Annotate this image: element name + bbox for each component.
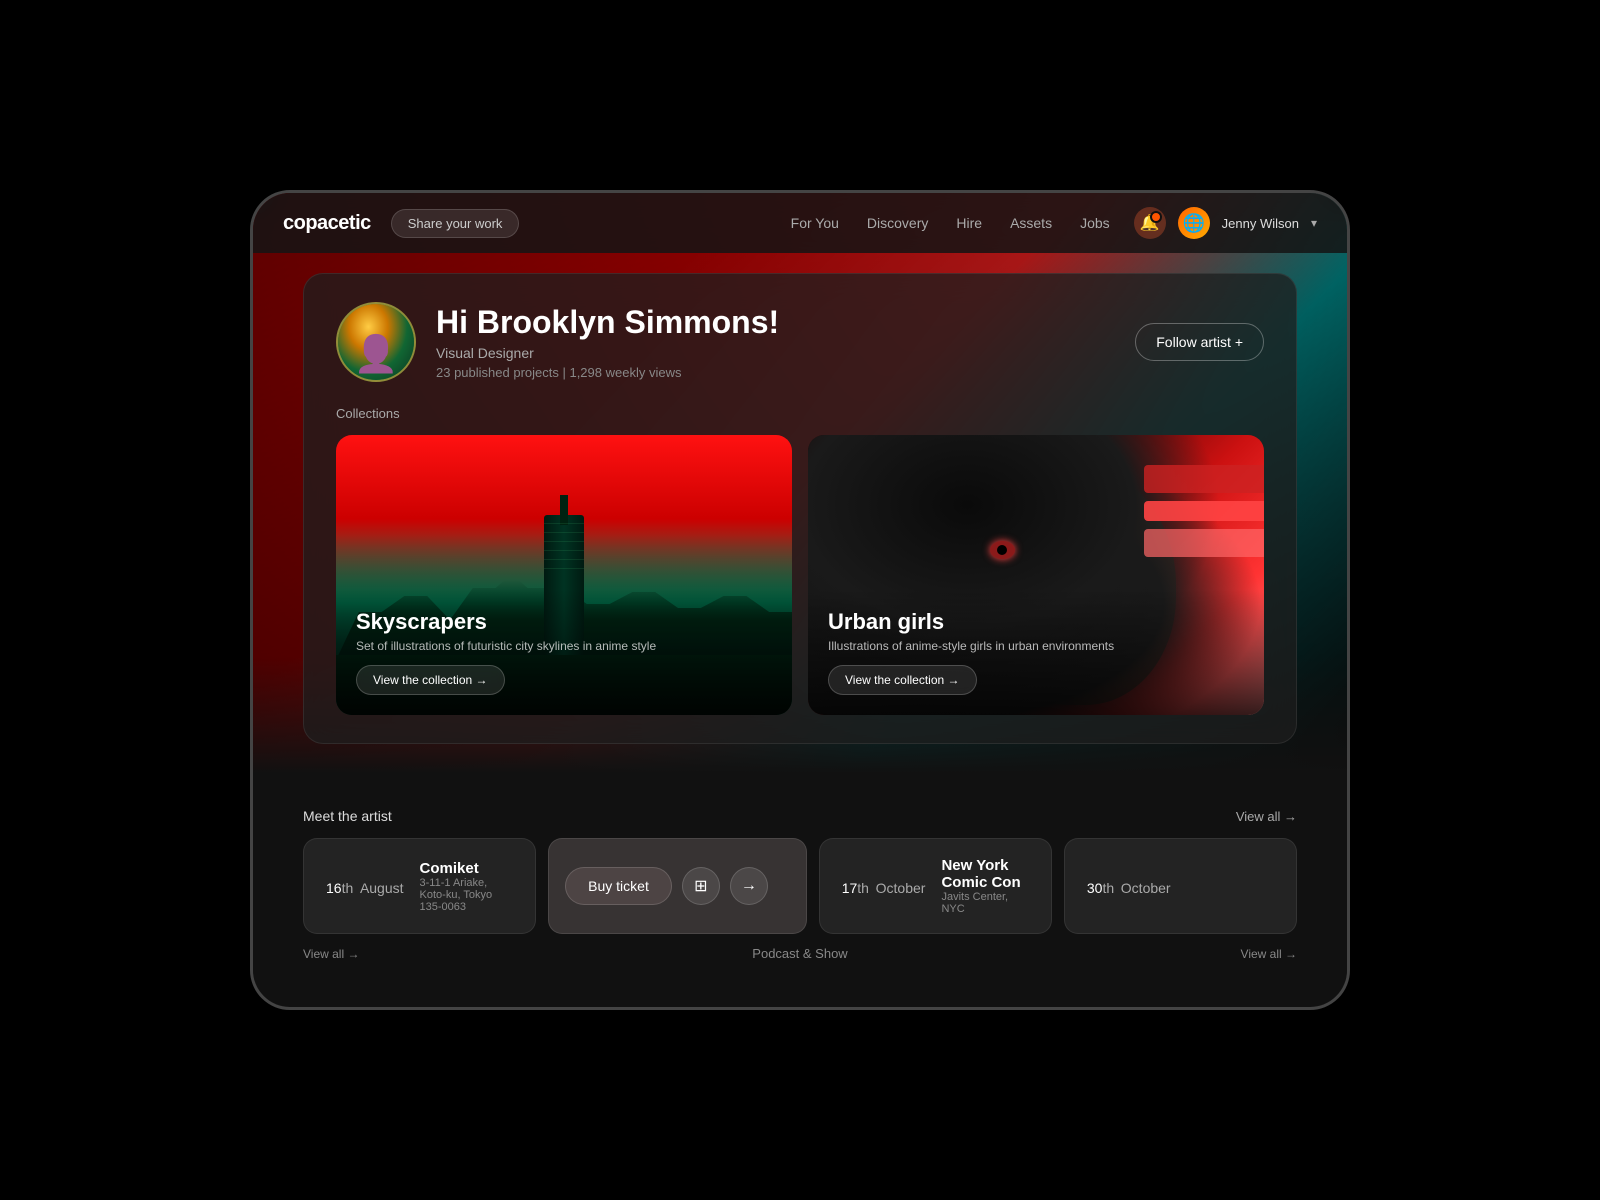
comiket-location: 3-11-1 Ariake, Koto-ku, Tokyo 135-0063	[420, 877, 514, 913]
comiket-info: Comiket 3-11-1 Ariake, Koto-ku, Tokyo 13…	[420, 860, 514, 913]
nav-jobs[interactable]: Jobs	[1080, 215, 1110, 231]
nav-icons: 🔔 🌐 Jenny Wilson ▾	[1134, 207, 1317, 239]
qr-code-button[interactable]: ⊞	[682, 867, 720, 905]
buy-ticket-button[interactable]: Buy ticket	[565, 867, 672, 905]
follow-artist-button[interactable]: Follow artist +	[1135, 323, 1264, 361]
event-date-nycc: 17th October	[842, 872, 926, 900]
event-card-comiket: 16th August Comiket 3-11-1 Ariake, Koto-…	[303, 838, 536, 934]
arrow-button[interactable]: →	[730, 867, 768, 905]
events-row: 16th August Comiket 3-11-1 Ariake, Koto-…	[303, 838, 1297, 934]
notification-icon[interactable]: 🔔	[1134, 207, 1166, 239]
meet-artist-label: Meet the artist	[303, 808, 392, 824]
oct30-day: 30	[1087, 880, 1103, 896]
view-urban-girls-button[interactable]: View the collection →	[828, 665, 977, 695]
collection-card-urban-girls[interactable]: Urban girls Illustrations of anime-style…	[808, 435, 1264, 715]
nycc-day: 17	[842, 880, 858, 896]
nycc-name: New York Comic Con	[941, 857, 1028, 891]
urban-girls-desc: Illustrations of anime-style girls in ur…	[828, 639, 1244, 653]
comiket-suffix: th	[342, 880, 354, 896]
buy-ticket-card: Buy ticket ⊞ →	[548, 838, 807, 934]
view-all-meet-button[interactable]: View all →	[1236, 809, 1297, 824]
view-all-podcast-button[interactable]: View all →	[1241, 946, 1297, 961]
urban-girls-overlay: Urban girls Illustrations of anime-style…	[808, 589, 1264, 715]
nycc-info: New York Comic Con Javits Center, NYC	[941, 857, 1028, 915]
user-menu-chevron[interactable]: ▾	[1311, 216, 1317, 230]
nav-links: For You Discovery Hire Assets Jobs	[791, 215, 1110, 231]
bottom-secondary-row: View all → Podcast & Show View all →	[303, 946, 1297, 961]
collection-card-skyscrapers[interactable]: Skyscrapers Set of illustrations of futu…	[336, 435, 792, 715]
collections-label: Collections	[336, 406, 1264, 421]
oct30-month: October	[1121, 880, 1171, 896]
nav-for-you[interactable]: For You	[791, 215, 839, 231]
artist-card: Hi Brooklyn Simmons! Visual Designer 23 …	[303, 273, 1297, 744]
nav-hire[interactable]: Hire	[956, 215, 982, 231]
navbar: copacetic Share your work For You Discov…	[253, 193, 1347, 253]
device-frame: copacetic Share your work For You Discov…	[250, 190, 1350, 1010]
bottom-section: Meet the artist View all → 16th August C…	[253, 788, 1347, 981]
user-avatar[interactable]: 🌐	[1178, 207, 1210, 239]
artist-info: Hi Brooklyn Simmons! Visual Designer 23 …	[436, 304, 779, 380]
nycc-suffix: th	[857, 880, 869, 896]
view-all-events-button[interactable]: View all →	[303, 946, 359, 961]
artist-avatar	[336, 302, 416, 382]
artist-stats: 23 published projects | 1,298 weekly vie…	[436, 365, 779, 380]
skyscrapers-desc: Set of illustrations of futuristic city …	[356, 639, 772, 653]
user-name[interactable]: Jenny Wilson	[1222, 216, 1299, 231]
event-date-oct30: 30th October	[1087, 872, 1171, 900]
podcast-label: Podcast & Show	[752, 946, 847, 961]
qr-icon: ⊞	[694, 876, 707, 896]
event-date-comiket: 16th August	[326, 872, 404, 900]
avatar-image	[338, 304, 414, 380]
artist-title: Visual Designer	[436, 345, 779, 361]
event-card-oct30: 30th October	[1064, 838, 1297, 934]
app-logo: copacetic	[283, 212, 371, 235]
collections-grid: Skyscrapers Set of illustrations of futu…	[336, 435, 1264, 715]
comiket-name: Comiket	[420, 860, 514, 877]
meet-artist-header: Meet the artist View all →	[303, 808, 1297, 824]
nav-assets[interactable]: Assets	[1010, 215, 1052, 231]
main-content: Hi Brooklyn Simmons! Visual Designer 23 …	[253, 253, 1347, 788]
artist-header: Hi Brooklyn Simmons! Visual Designer 23 …	[336, 302, 1264, 382]
view-skyscrapers-button[interactable]: View the collection →	[356, 665, 505, 695]
event-card-nycc: 17th October New York Comic Con Javits C…	[819, 838, 1052, 934]
nav-discovery[interactable]: Discovery	[867, 215, 928, 231]
share-button[interactable]: Share your work	[391, 209, 520, 238]
arrow-icon: →	[741, 877, 757, 895]
oct30-suffix: th	[1102, 880, 1114, 896]
skyscrapers-title: Skyscrapers	[356, 609, 772, 635]
screen: copacetic Share your work For You Discov…	[253, 193, 1347, 1007]
urban-girls-title: Urban girls	[828, 609, 1244, 635]
collection-overlay: Skyscrapers Set of illustrations of futu…	[336, 589, 792, 715]
nycc-month: October	[876, 880, 926, 896]
comiket-day: 16	[326, 880, 342, 896]
artist-greeting: Hi Brooklyn Simmons!	[436, 304, 779, 341]
comiket-month: August	[360, 880, 404, 896]
nycc-location: Javits Center, NYC	[941, 891, 1028, 915]
